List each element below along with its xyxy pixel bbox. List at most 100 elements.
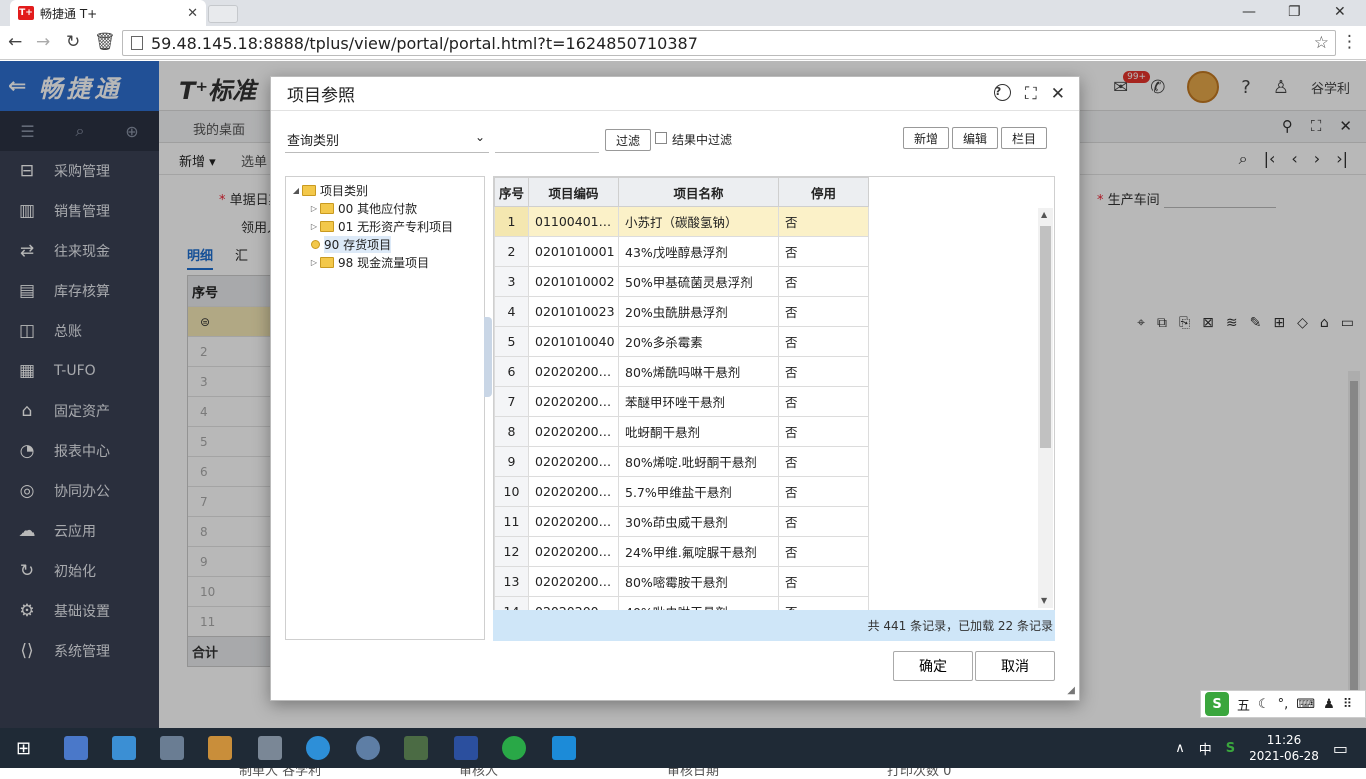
url-text: 59.48.145.18:8888/tplus/view/portal/port… — [151, 33, 698, 53]
tree-node[interactable]: ▷ 01 无形资产专利项目 — [290, 217, 484, 235]
filter-button[interactable]: 过滤 — [605, 129, 651, 151]
row-number: 7 — [494, 386, 529, 417]
browser-icon[interactable] — [502, 736, 526, 760]
table-row[interactable]: 5 0201010040 20%多杀霉素否 — [494, 326, 869, 357]
keyboard-icon[interactable]: ⌨ — [1296, 697, 1315, 712]
trash-icon[interactable]: 🗑 — [94, 32, 116, 52]
table-row[interactable]: 8 02020200… 吡蚜酮干悬剂否 — [494, 416, 869, 447]
scroll-thumb[interactable] — [1040, 226, 1051, 448]
scroll-down-icon[interactable]: ▼ — [1041, 596, 1047, 605]
app-icon-2[interactable] — [112, 736, 136, 760]
tplus-favicon-icon: T+ — [18, 6, 34, 20]
qq-icon[interactable] — [552, 736, 576, 760]
expand-icon[interactable]: ▷ — [308, 222, 320, 231]
restore-icon[interactable]: ❐ — [1288, 4, 1301, 20]
table-row[interactable]: 10 02020200… 5.7%甲维盐干悬剂否 — [494, 476, 869, 507]
table-row[interactable]: 12 02020200… 24%甲维.氟啶脲干悬剂否 — [494, 536, 869, 567]
grid-scrollbar[interactable]: ▲ ▼ — [1038, 208, 1053, 608]
word-icon[interactable] — [454, 736, 478, 760]
column-header[interactable]: 项目名称 — [618, 177, 779, 207]
tool-icon[interactable] — [356, 736, 380, 760]
add-button[interactable]: 新增 — [903, 127, 949, 149]
punct-icon[interactable]: °, — [1278, 697, 1289, 712]
grid-icon[interactable]: ⠿ — [1343, 697, 1353, 712]
clock[interactable]: 11:26 2021-06-28 — [1249, 732, 1319, 764]
columns-button[interactable]: 栏目 — [1001, 127, 1047, 149]
new-tab-button[interactable] — [208, 5, 238, 23]
table-row[interactable]: 11 02020200… 30%茚虫威干悬剂否 — [494, 506, 869, 537]
sogou-logo-icon[interactable]: S — [1205, 692, 1229, 716]
tree-node[interactable]: ▷ 00 其他应付款 — [290, 199, 484, 217]
moon-icon[interactable]: ☾ — [1258, 697, 1270, 712]
sogou-tray-icon[interactable]: S — [1226, 741, 1235, 756]
browser-tab[interactable]: T+ 畅捷通 T+ ✕ — [10, 0, 206, 26]
row-number: 12 — [494, 536, 529, 567]
row-number: 10 — [494, 476, 529, 507]
tree-node[interactable]: 90 存货项目 — [290, 235, 484, 253]
user-ime-icon[interactable]: ♟ — [1323, 697, 1335, 712]
url-input[interactable]: 59.48.145.18:8888/tplus/view/portal/port… — [122, 30, 1336, 56]
table-row[interactable]: 13 02020200… 80%嘧霉胺干悬剂否 — [494, 566, 869, 597]
tree-root[interactable]: ◢ 项目类别 — [290, 181, 484, 199]
disabled-flag: 否 — [778, 476, 869, 507]
table-row[interactable]: 7 02020200… 苯醚甲环唑干悬剂否 — [494, 386, 869, 417]
table-row[interactable]: 3 0201010002 50%甲基硫菌灵悬浮剂否 — [494, 266, 869, 297]
expand-icon[interactable]: ▷ — [308, 204, 320, 213]
page-icon — [131, 36, 143, 50]
table-row[interactable]: 6 02020200… 80%烯酰吗啉干悬剂否 — [494, 356, 869, 387]
browser-menu-icon[interactable]: ⋮ — [1341, 32, 1358, 52]
table-row[interactable]: 1 01100401… 小苏打（碳酸氢钠）否 — [494, 206, 869, 237]
row-number: 2 — [494, 236, 529, 267]
wrench-icon[interactable] — [404, 736, 428, 760]
help-icon[interactable]: ? — [993, 83, 1011, 101]
maximize-icon[interactable]: ⛶ — [1025, 84, 1037, 104]
computer-icon[interactable] — [160, 736, 184, 760]
pane-splitter[interactable] — [484, 317, 492, 397]
column-header[interactable]: 序号 — [494, 177, 529, 207]
app-icon-1[interactable] — [64, 736, 88, 760]
table-row[interactable]: 4 0201010023 20%虫酰肼悬浮剂否 — [494, 296, 869, 327]
ok-button[interactable]: 确定 — [893, 651, 973, 681]
column-header[interactable]: 项目编码 — [528, 177, 619, 207]
close-icon[interactable]: ✕ — [1051, 84, 1065, 104]
scroll-up-icon[interactable]: ▲ — [1041, 210, 1047, 219]
ime-mode[interactable]: 五 — [1237, 695, 1250, 714]
filter-input[interactable] — [495, 127, 599, 153]
filter-in-results-checkbox[interactable] — [655, 132, 667, 144]
table-row[interactable]: 9 02020200… 80%烯啶.吡蚜酮干悬剂否 — [494, 446, 869, 477]
column-header[interactable]: 停用 — [778, 177, 869, 207]
tray-up-icon[interactable]: ∧ — [1175, 741, 1185, 756]
disabled-flag: 否 — [778, 386, 869, 417]
project-name: 80%嘧霉胺干悬剂 — [618, 566, 779, 597]
language-indicator[interactable]: 中 — [1199, 739, 1212, 758]
bookmark-star-icon[interactable]: ☆ — [1314, 33, 1329, 53]
calculator-icon[interactable] — [258, 736, 282, 760]
project-code: 02020200… — [528, 536, 619, 567]
project-code: 01100401… — [528, 206, 619, 237]
grid-body: 1 01100401… 小苏打（碳酸氢钠）否 2 0201010001 43%戊唑醇悬浮剂… — [494, 206, 869, 627]
dialog-controls: ? ⛶ ✕ — [993, 83, 1079, 104]
paint-icon[interactable] — [208, 736, 232, 760]
query-type-select[interactable]: 查询类别 ⌄ — [285, 127, 489, 153]
project-name: 43%戊唑醇悬浮剂 — [618, 236, 779, 267]
table-row[interactable]: 2 0201010001 43%戊唑醇悬浮剂否 — [494, 236, 869, 267]
edge-icon[interactable] — [306, 736, 330, 760]
expand-icon[interactable]: ▷ — [308, 258, 320, 267]
tab-close-icon[interactable]: ✕ — [187, 6, 198, 21]
notification-icon[interactable]: ▭ — [1333, 739, 1348, 758]
reload-icon[interactable]: ↻ — [66, 32, 80, 52]
minimize-icon[interactable]: — — [1242, 4, 1256, 20]
collapse-icon[interactable]: ◢ — [290, 186, 302, 195]
resize-handle-icon[interactable]: ◢ — [1067, 685, 1075, 696]
back-icon[interactable]: ← — [8, 32, 22, 52]
windows-start-icon[interactable]: ⊞ — [16, 738, 31, 759]
forward-icon[interactable]: → — [36, 32, 50, 52]
close-window-icon[interactable]: ✕ — [1334, 4, 1346, 20]
disabled-flag: 否 — [778, 236, 869, 267]
tree-children: ▷ 00 其他应付款 ▷ 01 无形资产专利项目 90 存货项目 ▷ 98 现金流量项目 — [290, 199, 484, 271]
tree-node[interactable]: ▷ 98 现金流量项目 — [290, 253, 484, 271]
cancel-button[interactable]: 取消 — [975, 651, 1055, 681]
project-name: 吡蚜酮干悬剂 — [618, 416, 779, 447]
edit-button[interactable]: 编辑 — [952, 127, 998, 149]
project-reference-dialog: 项目参照 ? ⛶ ✕ 查询类别 ⌄ 过滤 结果中过滤 新增 编辑 栏目 ◢ 项目… — [270, 76, 1080, 701]
